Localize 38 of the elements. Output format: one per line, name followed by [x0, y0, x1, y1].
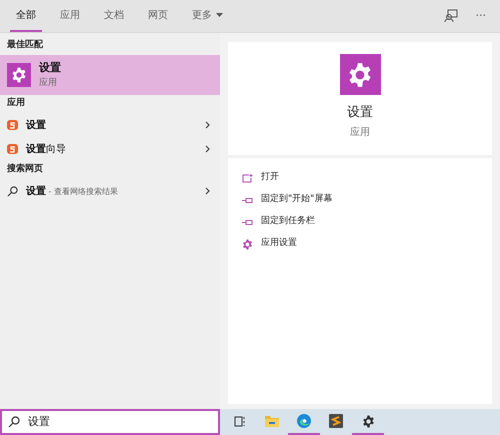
preview-subtitle: 应用	[350, 126, 370, 140]
chevron-icon	[205, 187, 210, 195]
tab[interactable]: 应用	[54, 0, 86, 32]
section-heading: 搜索网页	[6, 162, 44, 176]
gear-tile-icon	[340, 54, 380, 95]
pin-icon	[242, 196, 253, 204]
pin-icon	[242, 218, 253, 226]
action-link[interactable]: 固定到"开始"屏幕	[261, 193, 332, 207]
app-icon	[7, 144, 18, 154]
chevron-icon	[205, 145, 210, 153]
chevron-icon	[205, 121, 210, 129]
app-icon	[7, 120, 18, 130]
more-options[interactable]: ···	[476, 8, 486, 24]
tab[interactable]: 更多	[186, 0, 229, 32]
search-field[interactable]: 设置	[0, 409, 220, 435]
feedback-icon[interactable]	[444, 9, 458, 23]
result-title: 设置	[26, 118, 47, 132]
gear-tile-icon	[7, 63, 31, 87]
section-heading: 应用	[6, 96, 26, 110]
search-icon	[7, 186, 18, 196]
action-link[interactable]: 固定到任务栏	[261, 215, 315, 229]
action-link[interactable]: 打开	[261, 171, 279, 185]
tab[interactable]: 网页	[142, 0, 174, 32]
preview-title: 设置	[347, 104, 373, 122]
tab[interactable]: 文档	[98, 0, 130, 32]
result-item[interactable]: 设置	[0, 113, 220, 137]
result-title: 设置	[39, 60, 61, 76]
result-item[interactable]: 设置向导	[0, 137, 220, 161]
section-heading: 最佳匹配	[6, 38, 44, 52]
result-subtitle: 应用	[39, 76, 58, 90]
settings-icon	[242, 238, 253, 250]
result-item[interactable]: 设置 - 查看网络搜索结果	[0, 179, 220, 203]
action-link[interactable]: 应用设置	[261, 237, 297, 251]
result-item[interactable]: 设置 应用	[0, 55, 220, 95]
result-title: 设置向导	[26, 142, 67, 156]
search-icon	[8, 416, 20, 428]
result-title: 设置 - 查看网络搜索结果	[26, 184, 119, 198]
open-icon	[242, 174, 253, 182]
